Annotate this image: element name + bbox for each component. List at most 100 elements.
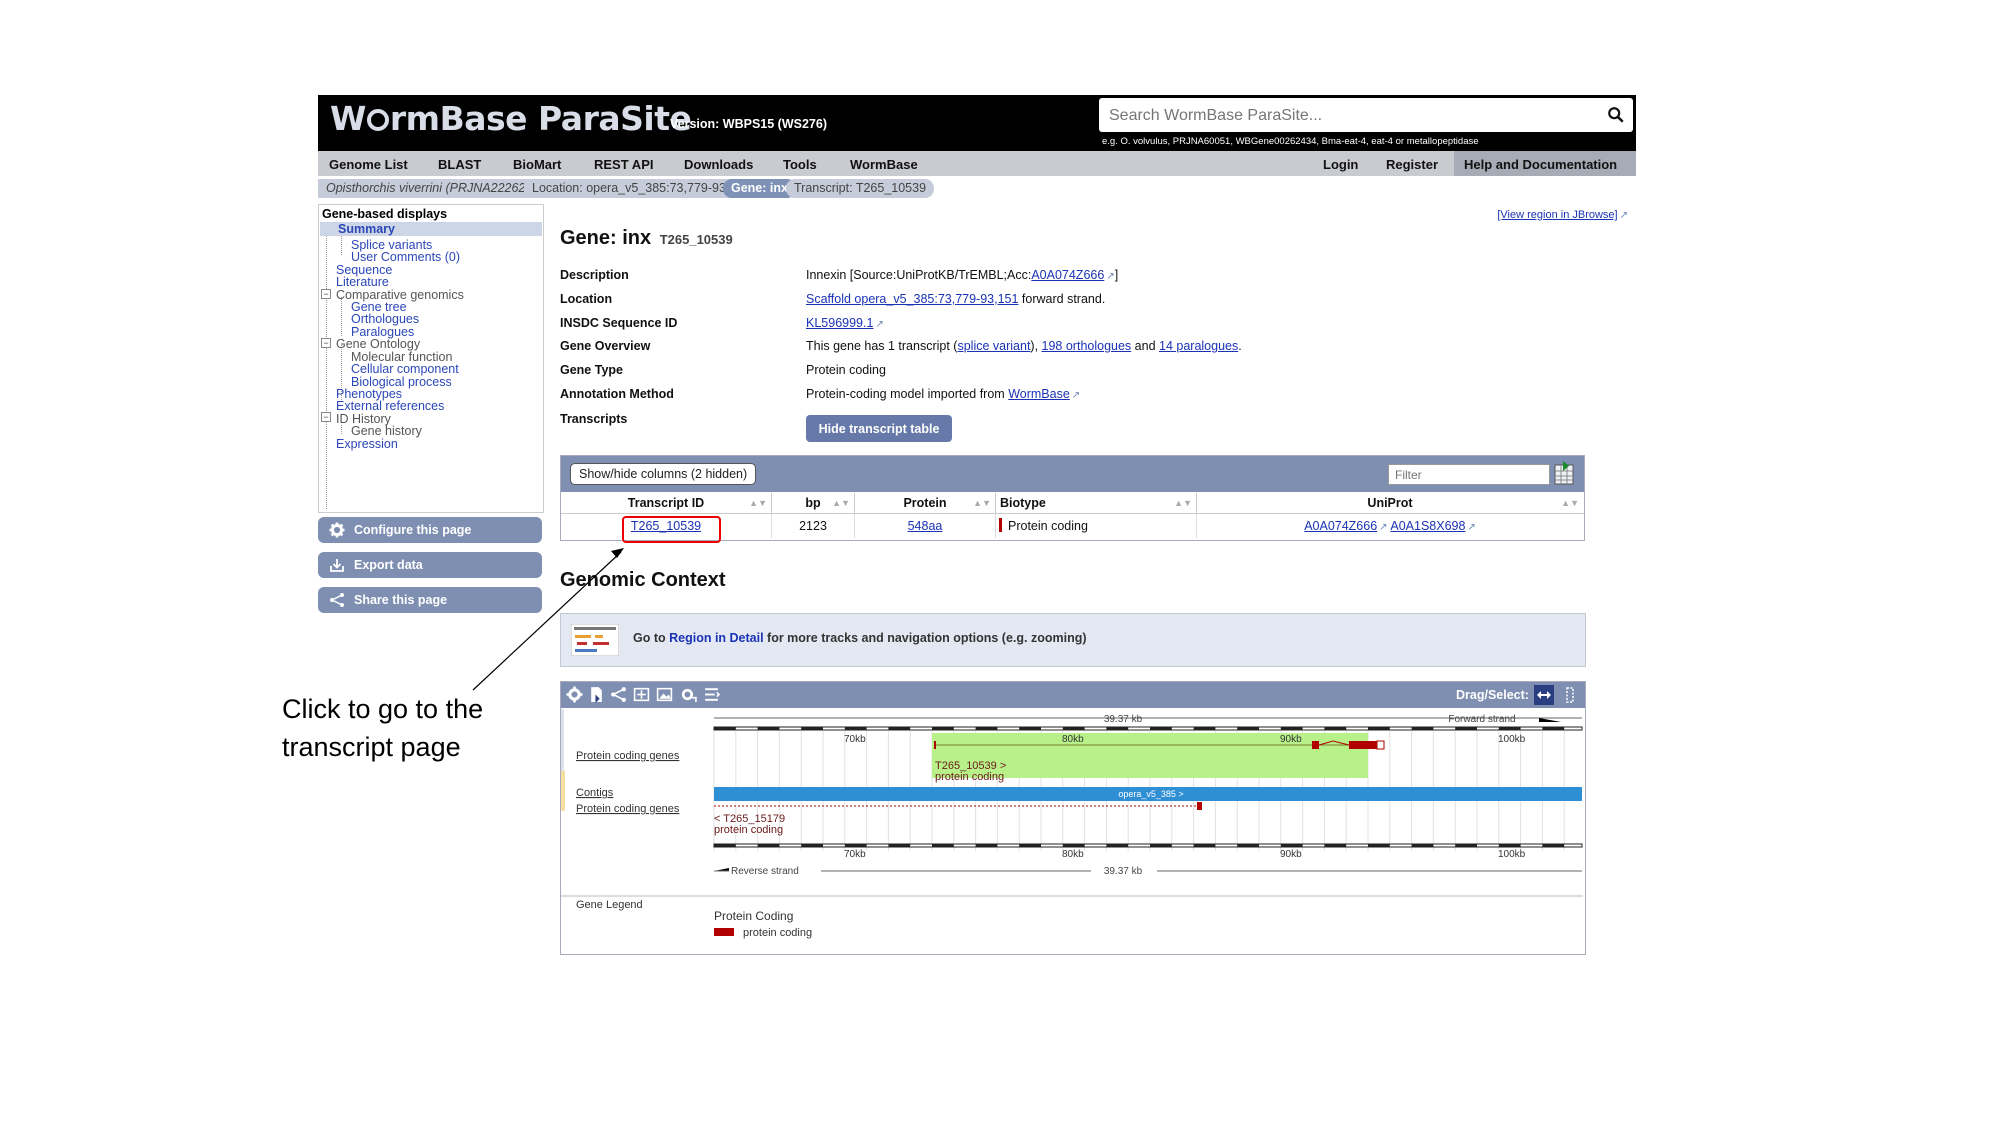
collapse-go-icon[interactable]: − <box>321 338 331 348</box>
region-in-detail-link[interactable]: Region in Detail <box>669 631 763 645</box>
search-input[interactable] <box>1107 104 1591 128</box>
label-annotation-method: Annotation Method <box>560 387 674 401</box>
gear-icon[interactable] <box>566 686 583 703</box>
uniprot-acc-link[interactable]: A0A074Z666 <box>1031 268 1114 282</box>
breadcrumb-transcript[interactable]: Transcript: T265_10539 <box>786 179 935 198</box>
jbrowse-link[interactable]: [View region in JBrowse] <box>1497 209 1628 221</box>
biotype-text: Protein coding <box>1008 519 1088 533</box>
protein-link[interactable]: 548aa <box>908 519 943 533</box>
col-transcript-id[interactable]: Transcript ID ▲▼ <box>561 493 772 513</box>
nav-blast[interactable]: BLAST <box>438 157 481 172</box>
sidebar-item-external-references[interactable]: External references <box>336 399 444 413</box>
version-label: Version: WBPS15 (WS276) <box>670 117 827 131</box>
label-insdc: INSDC Sequence ID <box>560 316 678 330</box>
legend-heading: Protein Coding <box>714 909 793 923</box>
sort-icon: ▲▼ <box>973 498 991 508</box>
annotation-value: Protein-coding model imported from WormB… <box>806 387 1080 401</box>
nav-login[interactable]: Login <box>1323 157 1358 172</box>
sidebar-item-expression[interactable]: Expression <box>336 437 398 451</box>
insdc-link[interactable]: KL596999.1 <box>806 316 884 330</box>
share-page-label: Share this page <box>354 593 448 607</box>
uniprot-link-1[interactable]: A0A074Z666 <box>1304 519 1387 533</box>
nav-biomart[interactable]: BioMart <box>513 157 561 172</box>
paralogues-link[interactable]: 14 paralogues <box>1159 339 1238 353</box>
location-link[interactable]: Scaffold opera_v5_385:73,779-93,151 <box>806 292 1018 306</box>
filter-input[interactable] <box>1388 464 1550 485</box>
sidebar-title: Gene-based displays <box>322 207 448 221</box>
masthead: WrmBase ParaSite Version: WBPS15 (WS276)… <box>318 95 1636 151</box>
export-image-icon[interactable] <box>588 686 605 703</box>
configure-page-label: Configure this page <box>354 523 472 537</box>
help-tab[interactable]: Help and Documentation <box>1454 151 1636 176</box>
forward-strand-label: Forward strand <box>1448 714 1515 725</box>
wormbase-link[interactable]: WormBase <box>1008 387 1080 401</box>
protein-cell: 548aa <box>855 514 996 538</box>
scale-label-top: 39.37 kb <box>1104 714 1143 725</box>
breadcrumb-species[interactable]: Opisthorchis viverrini (PRJNA222628)▼ <box>318 179 558 198</box>
drag-mode-button[interactable] <box>1534 685 1554 705</box>
exon-mark <box>1349 741 1377 749</box>
export-data-label: Export data <box>354 558 423 572</box>
col-bp[interactable]: bp ▲▼ <box>772 493 855 513</box>
sidebar-item-gene-history[interactable]: Gene history <box>351 424 422 438</box>
sidebar-item-cellular-component[interactable]: Cellular component <box>351 362 459 376</box>
breadcrumb-species-label: Opisthorchis viverrini (PRJNA222628) <box>326 181 537 195</box>
overview-text-1: This gene has 1 transcript ( <box>806 339 958 353</box>
sidebar-item-user-comments[interactable]: User Comments (0) <box>351 250 460 264</box>
tick-70kb-bottom: 70kb <box>844 849 866 860</box>
transcript-highlight-box <box>622 516 721 543</box>
tick-90kb-bottom: 90kb <box>1280 849 1302 860</box>
sort-icon: ▲▼ <box>832 498 850 508</box>
bp-cell: 2123 <box>772 514 855 538</box>
site-logo[interactable]: WrmBase ParaSite <box>330 99 692 138</box>
annotation-line-2: transcript page <box>282 732 461 762</box>
overview-text-2: ), <box>1030 339 1042 353</box>
col-biotype[interactable]: Biotype ▲▼ <box>996 493 1197 513</box>
export-table-icon[interactable] <box>1554 461 1574 485</box>
nav-tools[interactable]: Tools <box>783 157 817 172</box>
sidebar-item-summary[interactable]: Summary <box>320 222 542 236</box>
sidebar-item-literature[interactable]: Literature <box>336 275 389 289</box>
nav-wormbase[interactable]: WormBase <box>850 157 918 172</box>
description-end: ] <box>1114 268 1119 282</box>
collapse-history-icon[interactable]: − <box>321 412 331 422</box>
splice-variant-link[interactable]: splice variant <box>957 339 1030 353</box>
browser-toolbar: Drag/Select: <box>561 682 1585 708</box>
sidebar-item-orthologues[interactable]: Orthologues <box>351 312 419 326</box>
sidebar-item-gene-ontology[interactable]: Gene Ontology <box>336 337 420 351</box>
nav-downloads[interactable]: Downloads <box>684 157 753 172</box>
tick-100kb-bottom: 100kb <box>1498 849 1526 860</box>
nav-genome-list[interactable]: Genome List <box>329 157 408 172</box>
wormbase-page: WrmBase ParaSite Version: WBPS15 (WS276)… <box>318 95 1636 955</box>
nav-register[interactable]: Register <box>1386 157 1438 172</box>
region-thumbnail-icon[interactable] <box>571 624 619 656</box>
export-data-button[interactable]: Export data <box>318 552 542 578</box>
reorder-tracks-icon[interactable] <box>703 686 720 703</box>
nav-rest-api[interactable]: REST API <box>594 157 653 172</box>
col-transcript-id-label: Transcript ID <box>627 496 705 510</box>
col-protein[interactable]: Protein ▲▼ <box>855 493 996 513</box>
region-detail-text: Go to Region in Detail for more tracks a… <box>633 631 1087 645</box>
image-icon[interactable] <box>656 686 673 703</box>
reset-config-icon[interactable] <box>680 686 697 703</box>
utr-mark <box>1376 740 1385 750</box>
share-page-button[interactable]: Share this page <box>318 587 542 613</box>
orthologues-link[interactable]: 198 orthologues <box>1042 339 1132 353</box>
configure-page-button[interactable]: Configure this page <box>318 517 542 543</box>
resize-icon[interactable] <box>633 686 650 703</box>
genome-view[interactable]: 39.37 kb Forward strand 70kb 80kb 90kb 1… <box>561 709 1583 953</box>
uniprot-link-2[interactable]: A0A1S8X698 <box>1390 519 1475 533</box>
tick-80kb-top: 80kb <box>1062 734 1084 745</box>
location-value: Scaffold opera_v5_385:73,779-93,151 forw… <box>806 292 1105 306</box>
col-uniprot[interactable]: UniProt ▲▼ <box>1197 493 1583 513</box>
genome-browser: Drag/Select: 39.37 kb Forward strand 70k… <box>560 681 1586 955</box>
annotation-callout: Click to go to the transcript page <box>282 690 483 766</box>
collapse-comparative-icon[interactable]: − <box>321 289 331 299</box>
hide-transcript-table-button[interactable]: Hide transcript table <box>806 415 952 442</box>
select-mode-button[interactable] <box>1560 685 1580 705</box>
show-hide-columns-button[interactable]: Show/hide columns (2 hidden) <box>570 463 757 485</box>
region-detail-rest: for more tracks and navigation options (… <box>763 631 1087 645</box>
search-icon[interactable] <box>1607 106 1625 124</box>
share-icon[interactable] <box>610 686 627 703</box>
sort-icon: ▲▼ <box>749 498 767 508</box>
